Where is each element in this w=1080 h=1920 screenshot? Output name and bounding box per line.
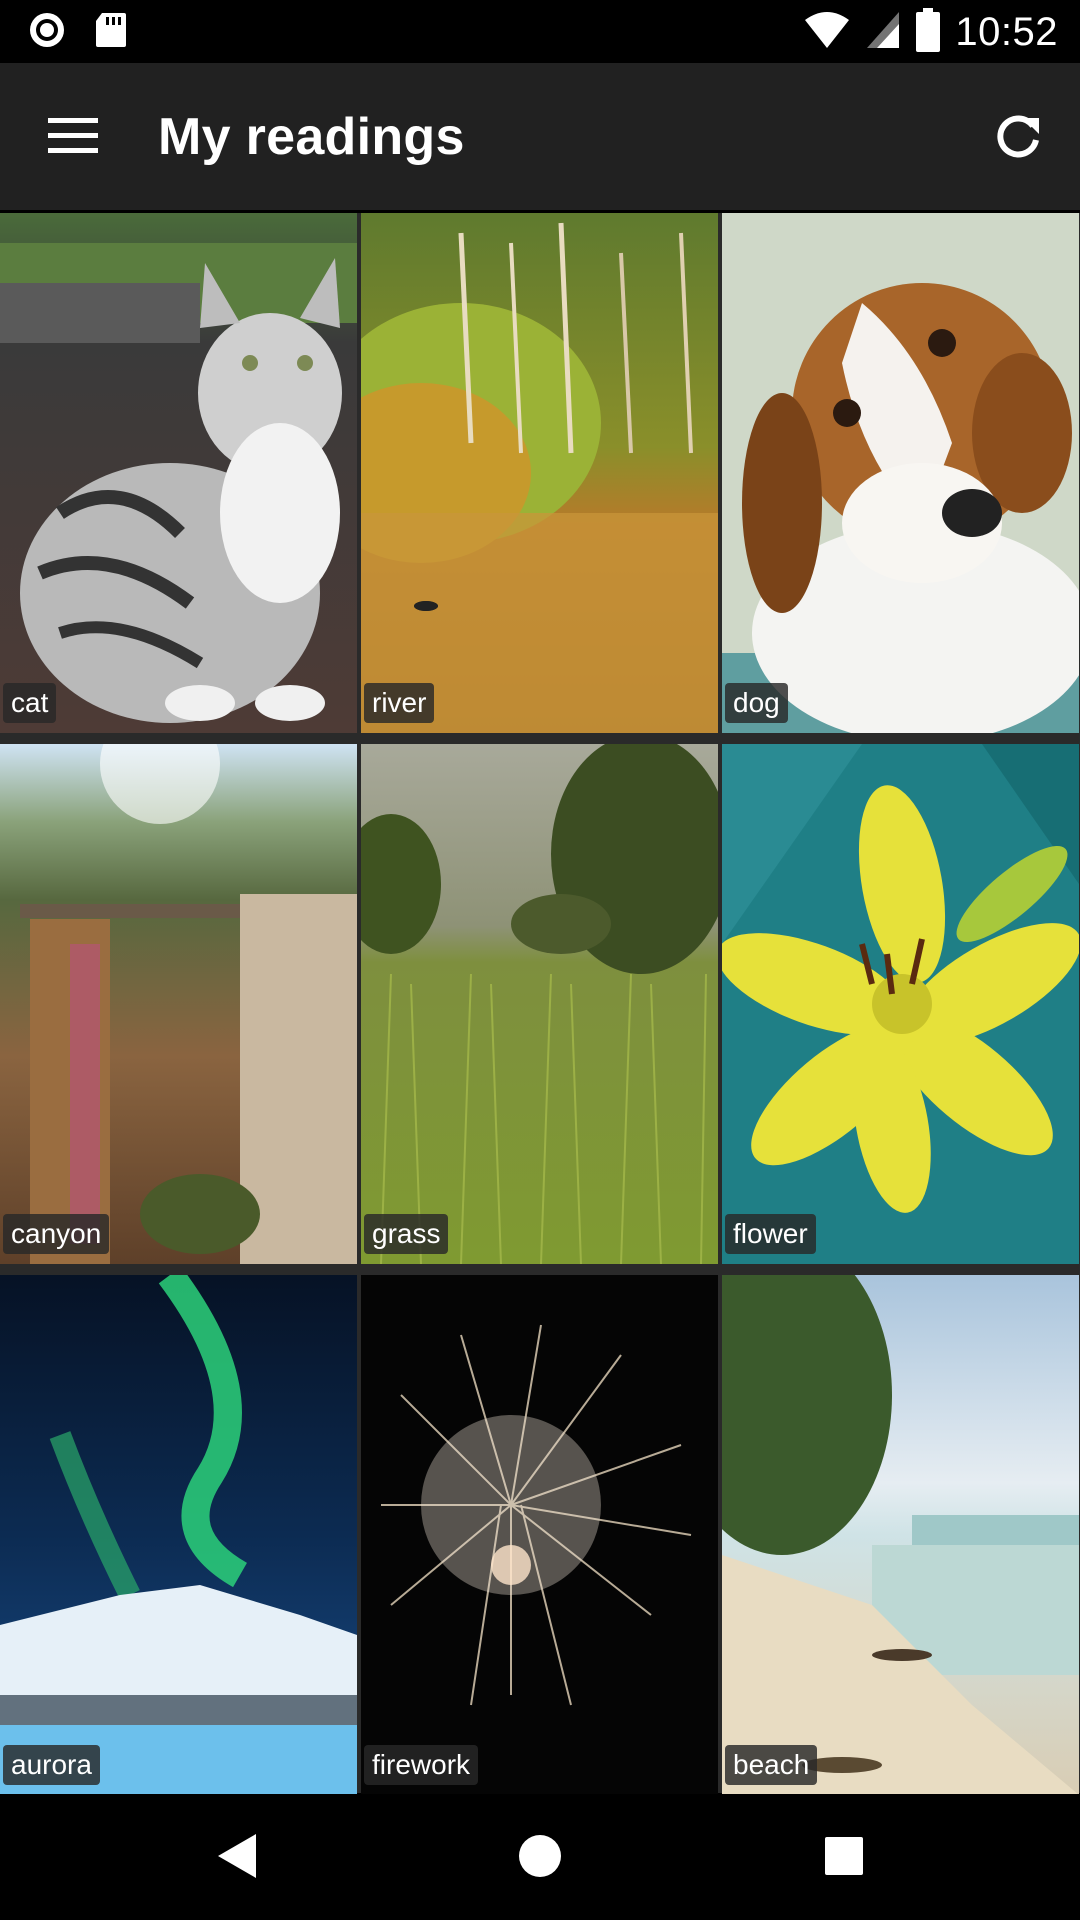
signal-icon [865,10,901,55]
cat-image [0,213,357,733]
home-icon [514,1830,566,1887]
gallery-item-cat[interactable]: cat [0,213,357,733]
page-title: My readings [158,108,465,166]
tile-label: flower [725,1214,816,1254]
canyon-image [0,744,357,1264]
gallery-item-dog[interactable]: dog [722,213,1079,733]
tile-label: river [364,683,435,723]
app-bar: My readings [0,63,1080,210]
status-left-icons [28,12,128,52]
back-icon [212,1830,264,1887]
gallery-item-firework[interactable]: firework [361,1275,718,1795]
record-icon [28,11,66,54]
refresh-button[interactable] [982,103,1054,175]
status-bar: 10:52 [0,0,1080,63]
recents-button[interactable] [806,1820,882,1896]
beach-image [722,1275,1079,1795]
tile-label: cat [3,683,57,723]
recents-icon [818,1830,870,1887]
gallery-item-flower[interactable]: flower [722,744,1079,1264]
tile-label: dog [725,683,788,723]
wifi-icon [803,10,851,55]
river-image [361,213,718,733]
tile-label: firework [364,1745,479,1785]
status-right-icons: 10:52 [803,7,1058,57]
back-button[interactable] [200,1820,276,1896]
dog-image [722,213,1079,733]
tile-label: canyon [3,1214,110,1254]
refresh-icon [993,112,1043,167]
gallery-item-river[interactable]: river [361,213,718,733]
clock: 10:52 [955,9,1058,54]
gallery-item-beach[interactable]: beach [722,1275,1079,1795]
sd-card-icon [94,11,128,54]
gallery-item-canyon[interactable]: canyon [0,744,357,1264]
flower-image [722,744,1079,1264]
tile-label: beach [725,1745,818,1785]
home-button[interactable] [502,1820,578,1896]
gallery-item-grass[interactable]: grass [361,744,718,1264]
menu-icon [48,117,98,159]
tile-label: grass [364,1214,449,1254]
grass-image [361,744,718,1264]
firework-image [361,1275,718,1795]
photo-grid: cat river dog canyon grass flower aurora… [0,213,1080,1795]
system-nav-bar [0,1794,1080,1920]
gallery-item-aurora[interactable]: aurora [0,1275,357,1795]
aurora-image [0,1275,357,1795]
battery-icon [915,7,941,57]
tile-label: aurora [3,1745,100,1785]
menu-button[interactable] [40,105,106,171]
